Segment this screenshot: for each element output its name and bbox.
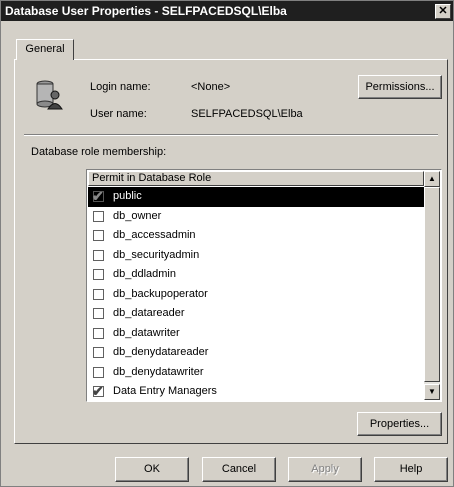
role-label: db_backupoperator [113,287,208,300]
role-list-item[interactable]: ✔ public [88,187,424,207]
scroll-up-arrow-icon[interactable]: ▲ [424,171,440,187]
role-list-item[interactable]: db_accessadmin [88,226,424,246]
apply-button[interactable]: Apply [288,457,362,482]
role-label: db_denydatareader [113,346,209,358]
checkmark-icon: ✔ [92,188,104,204]
role-list-item[interactable]: db_datareader [88,304,424,324]
database-user-properties-dialog: Database User Properties - SELFPACEDSQL\… [0,0,454,487]
role-checkbox[interactable] [93,308,104,319]
role-label: db_accessadmin [113,229,196,241]
checkmark-icon: ✔ [92,383,104,399]
role-list-item[interactable]: db_denydatareader [88,343,424,363]
role-list-item[interactable]: db_backupoperator [88,285,424,305]
role-list-item[interactable]: db_securityadmin [88,246,424,266]
cancel-button[interactable]: Cancel [202,457,276,482]
role-checkbox[interactable] [93,249,104,261]
scroll-thumb[interactable] [424,187,440,382]
role-list-item[interactable]: db_denydatawriter [88,363,424,383]
role-list-item[interactable]: db_owner [88,207,424,227]
role-list[interactable]: Permit in Database Role ✔ public db_ownerd… [86,169,442,402]
role-label: db_owner [113,209,162,222]
window-title: Database User Properties - SELFPACEDSQL\… [5,4,287,18]
role-list-column-header[interactable]: Permit in Database Role [88,171,424,186]
user-name-label: User name: [90,108,147,120]
scroll-down-arrow-icon[interactable]: ▼ [424,384,440,400]
title-bar: Database User Properties - SELFPACEDSQL\… [1,1,453,21]
help-button[interactable]: Help [374,457,448,482]
role-list-item[interactable]: db_datawriter [88,324,424,344]
role-label: public [113,190,142,202]
role-list-item[interactable]: db_ddladmin [88,265,424,285]
permissions-button[interactable]: Permissions... [358,75,442,99]
role-checkbox[interactable] [93,347,104,358]
role-label: db_ddladmin [113,268,176,280]
section-divider [24,134,438,136]
role-label: Data Entry Managers [113,385,217,397]
login-name-label: Login name: [90,81,151,93]
role-checkbox[interactable] [93,269,104,280]
role-checkbox[interactable] [93,366,104,378]
properties-button[interactable]: Properties... [357,412,442,436]
database-user-icon [36,80,63,110]
close-icon[interactable]: ✕ [435,4,451,19]
ok-button[interactable]: OK [115,457,189,482]
role-membership-label: Database role membership: [31,146,167,158]
role-checkbox[interactable] [93,210,104,222]
role-list-scrollbar[interactable]: ▲ ▼ [424,171,440,400]
role-list-item[interactable]: ✔ Data Entry Managers [88,382,424,401]
user-name-value: SELFPACEDSQL\Elba [191,108,303,120]
login-name-value: <None> [191,81,231,93]
role-label: db_datareader [113,307,185,319]
role-label: db_datawriter [113,326,180,339]
role-list-rows: ✔ public db_owner db_accessadmin db_security… [88,187,424,401]
role-checkbox[interactable] [93,327,104,339]
role-label: db_denydatawriter [113,365,204,378]
role-checkbox[interactable] [93,288,104,300]
tab-general[interactable]: General [16,39,74,60]
role-checkbox[interactable] [93,230,104,241]
role-label: db_securityadmin [113,248,200,261]
